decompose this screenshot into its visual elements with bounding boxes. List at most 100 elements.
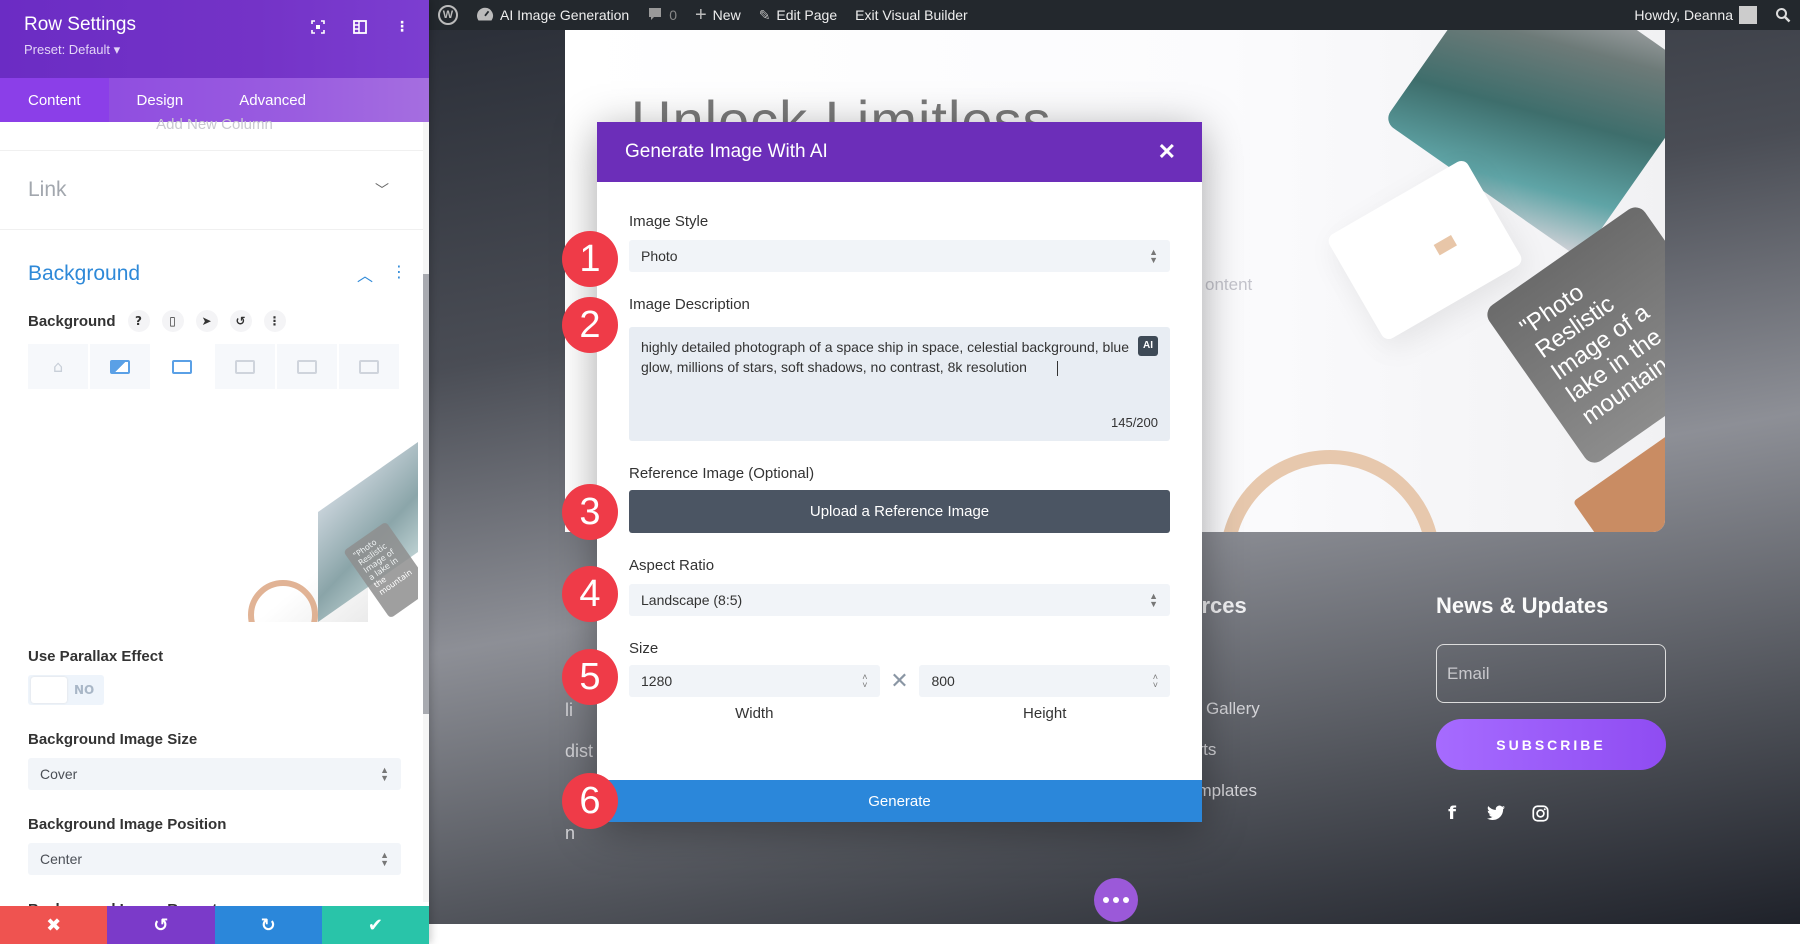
generate-image-modal: Generate Image With AI ✕ Image Style Pho… — [597, 122, 1202, 822]
twitter-icon[interactable] — [1487, 804, 1505, 822]
dot — [1123, 897, 1129, 903]
text-caret — [1056, 360, 1058, 376]
plus-icon: + — [694, 3, 707, 26]
image-description-textarea[interactable]: highly detailed photograph of a space sh… — [629, 327, 1170, 441]
bg-image-tab[interactable] — [152, 344, 213, 389]
help-icon[interactable]: ? — [127, 310, 150, 332]
step-badge: 4 — [562, 566, 618, 622]
image-size-value: Cover — [40, 766, 78, 782]
new-label: New — [712, 7, 741, 23]
panel-footer: ✖ ↺ ↻ ✔ — [0, 906, 429, 944]
instagram-icon[interactable] — [1531, 804, 1549, 822]
comments-link[interactable]: 0 — [638, 0, 686, 30]
stepper-icon[interactable]: ˄ ˅ — [1153, 673, 1158, 690]
mask-icon — [358, 359, 379, 374]
split-view-icon[interactable] — [351, 18, 369, 36]
site-name-link[interactable]: AI Image Generation — [467, 0, 638, 30]
wordpress-icon: W — [438, 5, 458, 25]
modal-body: Image Style Photo ▲ ▼ Image Description h… — [597, 213, 1202, 722]
fullscreen-icon[interactable] — [309, 18, 327, 36]
chevron-up-icon: ︿ — [356, 266, 373, 285]
parallax-toggle[interactable]: NO — [28, 675, 104, 705]
account-menu[interactable]: Howdy, Deanna — [1625, 0, 1766, 30]
new-content-link[interactable]: + New — [686, 0, 750, 30]
parallax-field: Use Parallax Effect NO — [28, 648, 401, 705]
tab-content[interactable]: Content — [0, 78, 109, 122]
exit-visual-builder-link[interactable]: Exit Visual Builder — [846, 0, 977, 30]
save-button[interactable]: ✔ — [321, 906, 429, 944]
step-badge: 5 — [562, 649, 618, 705]
reset-icon[interactable]: ↺ — [229, 310, 252, 332]
width-input[interactable]: 1280 ˄ ˅ — [629, 665, 880, 697]
width-caption: Width — [735, 705, 774, 722]
panel-scrollbar-thumb[interactable] — [423, 274, 429, 714]
step-badge: 2 — [562, 297, 618, 353]
image-size-label: Background Image Size — [28, 731, 198, 748]
close-icon: ✖ — [46, 914, 62, 936]
close-icon[interactable]: ✕ — [1158, 139, 1176, 165]
comments-count: 0 — [669, 7, 677, 23]
ai-assist-button[interactable]: AI — [1138, 336, 1158, 356]
field-options-icon[interactable]: ⋮ — [263, 310, 286, 332]
responsive-icon[interactable]: ▯ — [161, 310, 184, 332]
height-value: 800 — [931, 673, 955, 689]
site-name: AI Image Generation — [500, 7, 630, 23]
upload-reference-button[interactable]: Upload a Reference Image — [629, 490, 1170, 533]
select-arrows-icon: ▲ ▼ — [380, 850, 389, 868]
bg-video-tab[interactable] — [214, 344, 275, 389]
preset-dropdown[interactable]: Preset: Default ▾ — [24, 42, 405, 58]
chevron-down-icon: ﹀ — [375, 183, 389, 199]
link-section: Link ﹀ — [0, 150, 429, 230]
cancel-button[interactable]: ✖ — [0, 906, 108, 944]
background-toggle[interactable]: Background ︿ ⋮ — [28, 252, 407, 296]
video-icon — [234, 359, 255, 374]
description-text: highly detailed photograph of a space sh… — [641, 339, 1129, 375]
image-icon — [172, 359, 193, 374]
facebook-icon[interactable]: f — [1443, 803, 1461, 824]
subscribe-button[interactable]: SUBSCRIBE — [1436, 719, 1666, 770]
size-label: Size — [629, 640, 659, 657]
more-options-icon[interactable]: ⋮ — [393, 18, 411, 36]
bg-mask-tab[interactable] — [338, 344, 400, 389]
bg-color-tab[interactable]: ⌂ — [28, 344, 89, 389]
image-size-field: Background Image Size Cover ▲ ▼ — [28, 731, 401, 790]
size-row: 1280 ˄ ˅ ✕ 800 ˄ ˅ — [629, 665, 1171, 697]
redo-icon: ↻ — [260, 914, 276, 936]
link-title: Link — [28, 178, 67, 201]
stepper-icon[interactable]: ˄ ˅ — [862, 673, 867, 690]
bg-gradient-tab[interactable] — [90, 344, 151, 389]
dashboard-icon — [476, 6, 494, 25]
search-button[interactable] — [1766, 0, 1800, 30]
select-arrows-icon: ▲ ▼ — [1149, 247, 1158, 265]
social-links: f — [1443, 803, 1549, 824]
redo-button[interactable]: ↻ — [214, 906, 322, 944]
background-title: Background — [28, 262, 141, 285]
image-position-select[interactable]: Center ▲ ▼ — [28, 843, 401, 875]
toggle-knob — [31, 677, 67, 703]
image-style-value: Photo — [641, 248, 678, 264]
image-size-select[interactable]: Cover ▲ ▼ — [28, 758, 401, 790]
image-description-label: Image Description — [629, 296, 750, 313]
width-value: 1280 — [641, 673, 673, 689]
row-settings-panel: Row Settings Preset: Default ▾ ⋮ Content… — [0, 0, 429, 944]
footer-left-text: li dist read n — [565, 690, 601, 854]
check-icon: ✔ — [367, 914, 383, 936]
undo-button[interactable]: ↺ — [107, 906, 215, 944]
wp-logo-button[interactable]: W — [429, 0, 467, 30]
background-type-tabs: ⌂ — [28, 344, 401, 389]
hover-cursor-icon[interactable]: ➤ — [195, 310, 218, 332]
section-options-icon[interactable]: ⋮ — [391, 262, 407, 286]
link-toggle[interactable]: Link ﹀ — [0, 151, 429, 229]
newsletter-email-input[interactable]: Email — [1436, 644, 1666, 703]
height-input[interactable]: 800 ˄ ˅ — [919, 665, 1171, 697]
step-badge: 6 — [562, 773, 618, 829]
edit-page-label: Edit Page — [776, 7, 838, 23]
background-image-preview[interactable]: "Photo Reslistic Image of a lake in the … — [208, 417, 418, 622]
background-label: Background — [28, 312, 116, 330]
generate-button[interactable]: Generate — [597, 780, 1202, 822]
image-style-select[interactable]: Photo ▲ ▼ — [629, 240, 1170, 272]
bg-pattern-tab[interactable] — [276, 344, 337, 389]
aspect-ratio-select[interactable]: Landscape (8:5) ▲ ▼ — [629, 584, 1170, 616]
page-settings-dots-button[interactable] — [1094, 878, 1138, 922]
edit-page-link[interactable]: ✎ Edit Page — [750, 0, 846, 30]
